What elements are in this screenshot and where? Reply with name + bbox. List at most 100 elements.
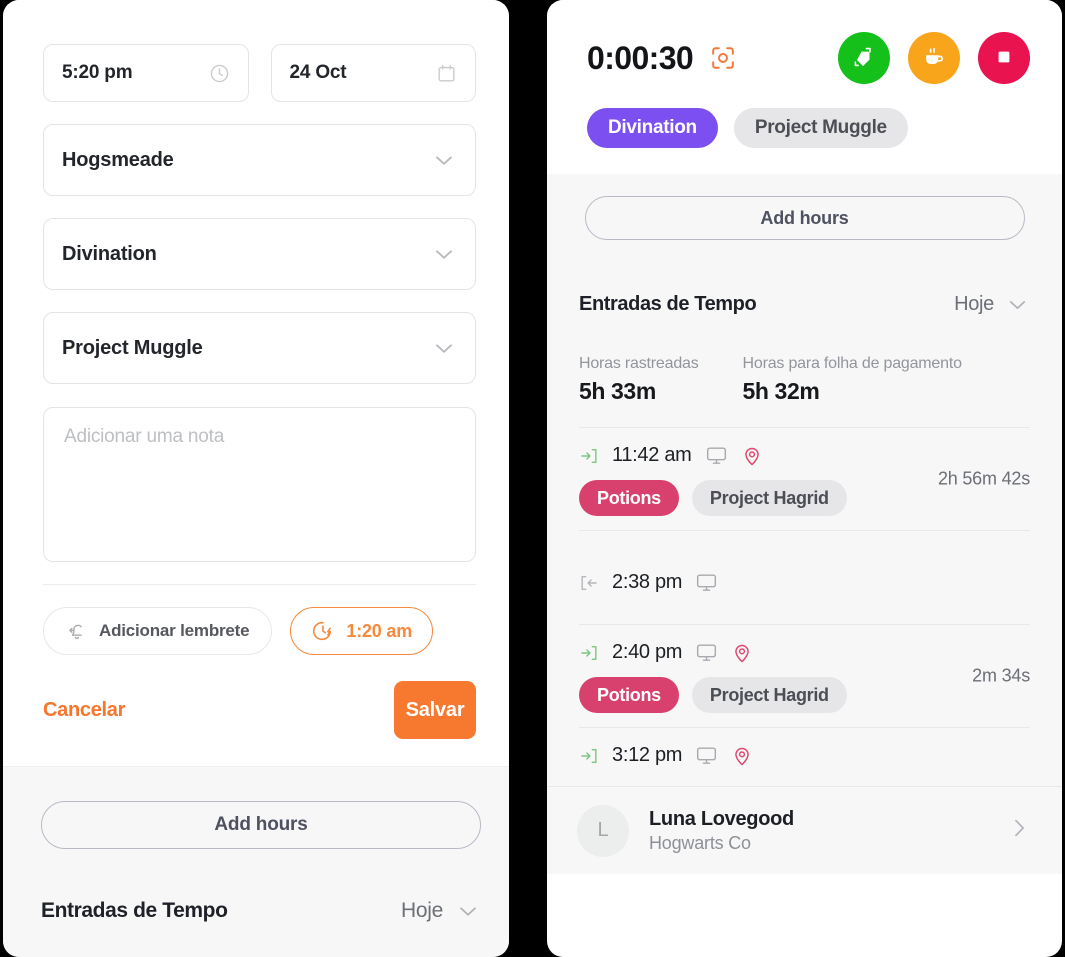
right-entries-header: Entradas de Tempo Hoje xyxy=(579,292,1030,317)
stat-value: 5h 32m xyxy=(742,378,820,404)
tag-switch-icon xyxy=(852,45,876,72)
location-select[interactable]: Hogsmeade xyxy=(43,124,476,196)
project-select[interactable]: Project Muggle xyxy=(43,312,476,384)
monitor-icon xyxy=(695,641,718,664)
user-org: Hogwarts Co xyxy=(649,832,751,853)
stat-payroll-hours: Horas para folha de pagamento 5h 32m xyxy=(743,355,962,405)
left-entries-header: Entradas de Tempo Hoje xyxy=(41,898,481,924)
left-bottom-section: Add hours Entradas de Tempo Hoje xyxy=(3,766,509,957)
auto-stop-button[interactable]: 1:20 am xyxy=(290,607,434,655)
monitor-icon xyxy=(695,571,718,594)
clock-out-icon xyxy=(579,573,599,593)
location-select-value: Hogsmeade xyxy=(62,148,174,171)
form-footer: Cancelar Salvar xyxy=(43,681,476,739)
date-field[interactable]: 24 Oct xyxy=(270,44,476,102)
save-button[interactable]: Salvar xyxy=(394,681,476,739)
entry-task-tag[interactable]: Potions xyxy=(579,677,679,713)
chevron-down-icon xyxy=(1005,292,1030,317)
timer-row: 0:00:30 xyxy=(587,32,1030,84)
stats-row: Horas rastreadas 5h 33m Horas para folha… xyxy=(579,355,1030,405)
coffee-cup-icon xyxy=(922,45,946,72)
left-panel: 5:20 pm 24 Oct Hogsmeade Divination Proj… xyxy=(3,0,509,957)
timer-header: 0:00:30 Divination Project Muggle xyxy=(547,0,1062,174)
time-entry-form: 5:20 pm 24 Oct Hogsmeade Divination Proj… xyxy=(3,0,509,739)
stat-label: Horas rastreadas xyxy=(579,355,699,372)
task-select-value: Divination xyxy=(62,242,157,265)
user-bar[interactable]: L Luna Lovegood Hogwarts Co xyxy=(547,786,1062,874)
focus-scan-icon[interactable] xyxy=(709,44,737,72)
calendar-icon xyxy=(436,63,457,84)
stop-button[interactable] xyxy=(978,32,1030,84)
stat-value: 5h 33m xyxy=(579,378,656,404)
time-date-row: 5:20 pm 24 Oct xyxy=(43,44,476,102)
task-select[interactable]: Divination xyxy=(43,218,476,290)
time-field[interactable]: 5:20 pm xyxy=(43,44,249,102)
location-pin-icon xyxy=(731,642,753,664)
clock-in-icon xyxy=(579,746,599,766)
stat-label: Horas para folha de pagamento xyxy=(742,355,962,372)
time-entry-row[interactable]: 2:38 pm xyxy=(579,530,1030,624)
monitor-icon xyxy=(695,744,718,767)
entry-time: 11:42 am xyxy=(612,444,692,466)
entry-time: 3:12 pm xyxy=(612,744,683,766)
clock-bolt-icon xyxy=(311,619,335,643)
entry-project-tag[interactable]: Project Hagrid xyxy=(691,480,847,516)
entry-time: 2:40 pm xyxy=(612,641,683,663)
location-pin-icon xyxy=(741,445,763,467)
chevron-down-icon xyxy=(455,898,481,924)
switch-task-button[interactable] xyxy=(838,32,890,84)
app-screenshot: 5:20 pm 24 Oct Hogsmeade Divination Proj… xyxy=(0,0,1065,957)
timer-value: 0:00:30 xyxy=(587,39,694,76)
clock-in-icon xyxy=(579,643,599,663)
entry-tags: Potions Project Hagrid xyxy=(579,677,1030,713)
panel-gap xyxy=(509,0,547,957)
project-select-value: Project Muggle xyxy=(62,336,203,359)
note-input[interactable]: Adicionar uma nota xyxy=(43,407,476,562)
entry-time: 2:38 pm xyxy=(612,571,683,593)
entry-header: 11:42 am xyxy=(579,444,1030,467)
chevron-down-icon xyxy=(431,335,457,361)
clock-in-icon xyxy=(579,446,599,466)
project-tag[interactable]: Project Muggle xyxy=(733,108,908,148)
chevron-right-icon[interactable] xyxy=(1006,815,1032,846)
note-placeholder: Adicionar uma nota xyxy=(64,426,225,447)
chevron-down-icon xyxy=(431,241,457,267)
entries-filter-label: Hoje xyxy=(401,899,443,922)
clock-icon xyxy=(209,63,230,84)
entry-duration: 2m 34s xyxy=(972,665,1030,686)
time-entry-row[interactable]: 11:42 am Potions Project Hagrid 2h 56m 4… xyxy=(579,427,1030,530)
stat-tracked-hours: Horas rastreadas 5h 33m xyxy=(579,355,699,405)
monitor-icon xyxy=(705,444,728,467)
location-pin-icon xyxy=(731,745,753,767)
entry-header: 2:38 pm xyxy=(579,571,1030,594)
right-body: Add hours Entradas de Tempo Hoje Horas r… xyxy=(547,174,1062,874)
add-reminder-button[interactable]: Adicionar lembrete xyxy=(43,607,273,655)
entry-project-tag[interactable]: Project Hagrid xyxy=(691,677,847,713)
time-field-value: 5:20 pm xyxy=(62,62,133,83)
stop-square-icon xyxy=(994,47,1014,70)
cancel-button[interactable]: Cancelar xyxy=(43,699,125,722)
time-entry-row[interactable]: 2:40 pm Potions Project Hagrid 2m 34s xyxy=(579,624,1030,727)
entry-task-tag[interactable]: Potions xyxy=(579,480,679,516)
entry-header: 2:40 pm xyxy=(579,641,1030,664)
entries-filter[interactable]: Hoje xyxy=(954,292,1030,317)
entry-duration: 2h 56m 42s xyxy=(937,468,1030,489)
form-action-row: Adicionar lembrete 1:20 am xyxy=(43,607,476,655)
entries-title: Entradas de Tempo xyxy=(41,899,228,922)
break-button[interactable] xyxy=(908,32,960,84)
date-field-value: 24 Oct xyxy=(289,62,347,83)
timer-controls xyxy=(838,32,1030,84)
task-tag[interactable]: Divination xyxy=(587,108,718,148)
user-info: Luna Lovegood Hogwarts Co xyxy=(649,808,794,854)
bell-arrow-icon xyxy=(66,620,88,642)
add-hours-button[interactable]: Add hours xyxy=(41,801,481,849)
avatar: L xyxy=(577,804,629,857)
add-hours-button[interactable]: Add hours xyxy=(584,196,1025,240)
current-task-tags: Divination Project Muggle xyxy=(587,108,1030,148)
entries-title: Entradas de Tempo xyxy=(579,293,757,315)
entries-filter[interactable]: Hoje xyxy=(401,898,481,924)
user-name: Luna Lovegood xyxy=(649,807,794,830)
time-entries-list: 11:42 am Potions Project Hagrid 2h 56m 4… xyxy=(579,427,1030,799)
entries-filter-label: Hoje xyxy=(954,293,994,315)
entry-header: 3:12 pm xyxy=(579,744,1030,767)
